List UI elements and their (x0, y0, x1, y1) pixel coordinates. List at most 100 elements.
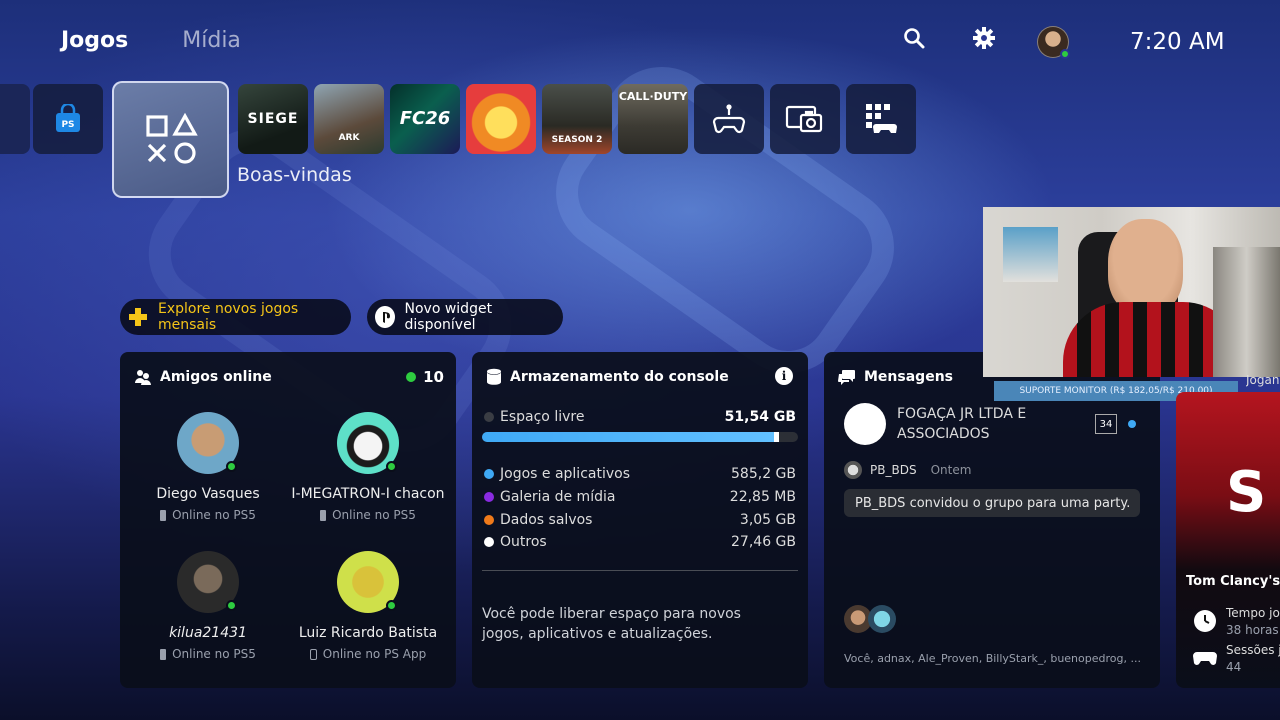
game-library-tile[interactable] (694, 84, 764, 154)
ps-store-icon: PS (56, 104, 80, 132)
friend-item[interactable]: I-MEGATRON-I chacon Online no PS5 (288, 412, 448, 522)
game-activity-title: Tom Clancy's F (1186, 574, 1280, 589)
free-space-label: Espaço livre (500, 409, 585, 425)
friend-item[interactable]: Diego Vasques Online no PS5 (128, 412, 288, 522)
friend-status: Online no PS5 (288, 508, 448, 522)
group-name: FOGAÇA JR LTDA E ASSOCIADOS (897, 406, 1027, 442)
sender-row: PB_BDS Ontem (844, 461, 971, 479)
new-widget-pill[interactable]: Novo widget disponível (367, 299, 563, 335)
friends-online-card[interactable]: Amigos online 10 Diego Vasques Online no… (120, 352, 456, 688)
friend-status-label: Online no PS5 (172, 647, 256, 661)
storage-item: Galeria de mídia 22,85 MB (484, 489, 796, 505)
tab-midia[interactable]: Mídia (182, 28, 241, 53)
friend-item[interactable]: kilua21431 Online no PS5 (128, 551, 288, 661)
game-tile-cod[interactable]: CALL·DUTY (618, 84, 688, 154)
category-label: Jogos e aplicativos (500, 466, 630, 482)
media-gallery-tile[interactable] (770, 84, 840, 154)
camera-icon (785, 105, 823, 133)
online-dot (386, 600, 397, 611)
game-tile-siege[interactable]: SIEGE (238, 84, 308, 154)
storage-item: Jogos e aplicativos 585,2 GB (484, 466, 796, 482)
game-tile-cod-season2[interactable]: SEASON 2 (542, 84, 612, 154)
console-storage-card[interactable]: Armazenamento do console i Espaço livre … (472, 352, 808, 688)
webcam-overlay (983, 207, 1280, 377)
friend-status: Online no PS App (288, 647, 448, 661)
svg-text:PS: PS (61, 120, 74, 130)
user-avatar[interactable] (1037, 26, 1070, 59)
storage-item: Outros 27,46 GB (484, 534, 796, 550)
storage-icon (487, 368, 501, 385)
phone-icon (309, 648, 317, 660)
info-icon[interactable]: i (775, 367, 793, 385)
category-value: 585,2 GB (731, 466, 796, 482)
storage-title: Armazenamento do console (510, 369, 729, 385)
unread-dot (1128, 420, 1136, 428)
explore-label: Explore novos jogos mensais (158, 301, 299, 333)
game-tile-cozy[interactable] (466, 84, 536, 154)
game-activity-card[interactable]: S Tom Clancy's F Tempo jo 38 horas Sessõ… (1176, 392, 1280, 688)
storage-card-header: Armazenamento do console (486, 368, 729, 386)
sessions-label: Sessões jo (1226, 643, 1280, 657)
category-value: 22,85 MB (729, 489, 796, 505)
friend-name: kilua21431 (169, 625, 247, 641)
messages-card[interactable]: Mensagens FOGAÇA JR LTDA E ASSOCIADOS 34… (824, 352, 1160, 688)
friends-count-value: 10 (423, 368, 444, 386)
messages-card-header: Mensagens (838, 368, 953, 386)
category-dot (484, 537, 494, 547)
friends-count: 10 (406, 368, 444, 386)
game-title (499, 117, 503, 121)
friend-status-label: Online no PS App (322, 647, 427, 661)
friend-name: Diego Vasques (156, 486, 260, 502)
category-label: Outros (500, 534, 547, 550)
category-label: Galeria de mídia (500, 489, 616, 505)
sessions-value: 44 (1226, 660, 1242, 674)
search-icon[interactable] (900, 24, 928, 52)
member-list: Você, adnax, Ale_Proven, BillyStark_, bu… (844, 652, 1141, 665)
game-tile-ark[interactable]: ARK (314, 84, 384, 154)
group-avatar (844, 403, 886, 445)
playtime-label: Tempo jo (1226, 606, 1280, 620)
friends-icon (135, 370, 151, 385)
top-icons (900, 24, 998, 52)
category-value: 27,46 GB (731, 534, 796, 550)
widget-label: Novo widget disponível (404, 301, 493, 333)
online-dot (226, 600, 237, 611)
member-avatars (844, 605, 896, 633)
explore-games-pill[interactable]: Explore novos jogos mensais (120, 299, 351, 335)
online-dot (386, 461, 397, 472)
friend-name: I-MEGATRON-I chacon (291, 486, 445, 502)
playstation-store-tile[interactable]: PS (33, 84, 103, 154)
unread-badge: 34 (1095, 414, 1117, 434)
free-space-value: 51,54 GB (724, 409, 796, 425)
game-tile-partial[interactable] (0, 84, 30, 154)
avatar (177, 551, 239, 613)
welcome-hub-tile[interactable] (112, 81, 229, 198)
tab-jogos[interactable]: Jogos (61, 28, 128, 53)
game-title: CALL·DUTY (618, 90, 688, 104)
playstation-logo-icon (375, 306, 395, 328)
avatar (177, 412, 239, 474)
game-title: SEASON 2 (551, 135, 603, 146)
message-bubble: PB_BDS convidou o grupo para uma party. (844, 489, 1140, 517)
friend-status: Online no PS5 (128, 508, 288, 522)
storage-item: Dados salvos 3,05 GB (484, 512, 796, 528)
game-base-tile[interactable] (846, 84, 916, 154)
game-title: ARK (338, 133, 360, 144)
friends-title: Amigos online (160, 369, 272, 385)
friend-item[interactable]: Luiz Ricardo Batista Online no PS App (288, 551, 448, 661)
free-space-dot (484, 412, 494, 422)
top-navigation: Jogos Mídia (61, 28, 241, 53)
game-tile-fc26[interactable]: FC26 (390, 84, 460, 154)
category-dot (484, 469, 494, 479)
friend-status: Online no PS5 (128, 647, 288, 661)
friends-card-header: Amigos online (134, 368, 272, 386)
game-art-letter: S (1226, 460, 1267, 525)
online-dot (226, 461, 237, 472)
free-space-row: Espaço livre 51,54 GB (484, 409, 796, 425)
gear-icon[interactable] (970, 24, 998, 52)
playtime-value: 38 horas (1226, 623, 1279, 637)
webcam-background-shelf (1003, 227, 1058, 282)
clock-icon (1194, 610, 1216, 632)
webcam-person (1108, 219, 1183, 314)
avatar (337, 551, 399, 613)
